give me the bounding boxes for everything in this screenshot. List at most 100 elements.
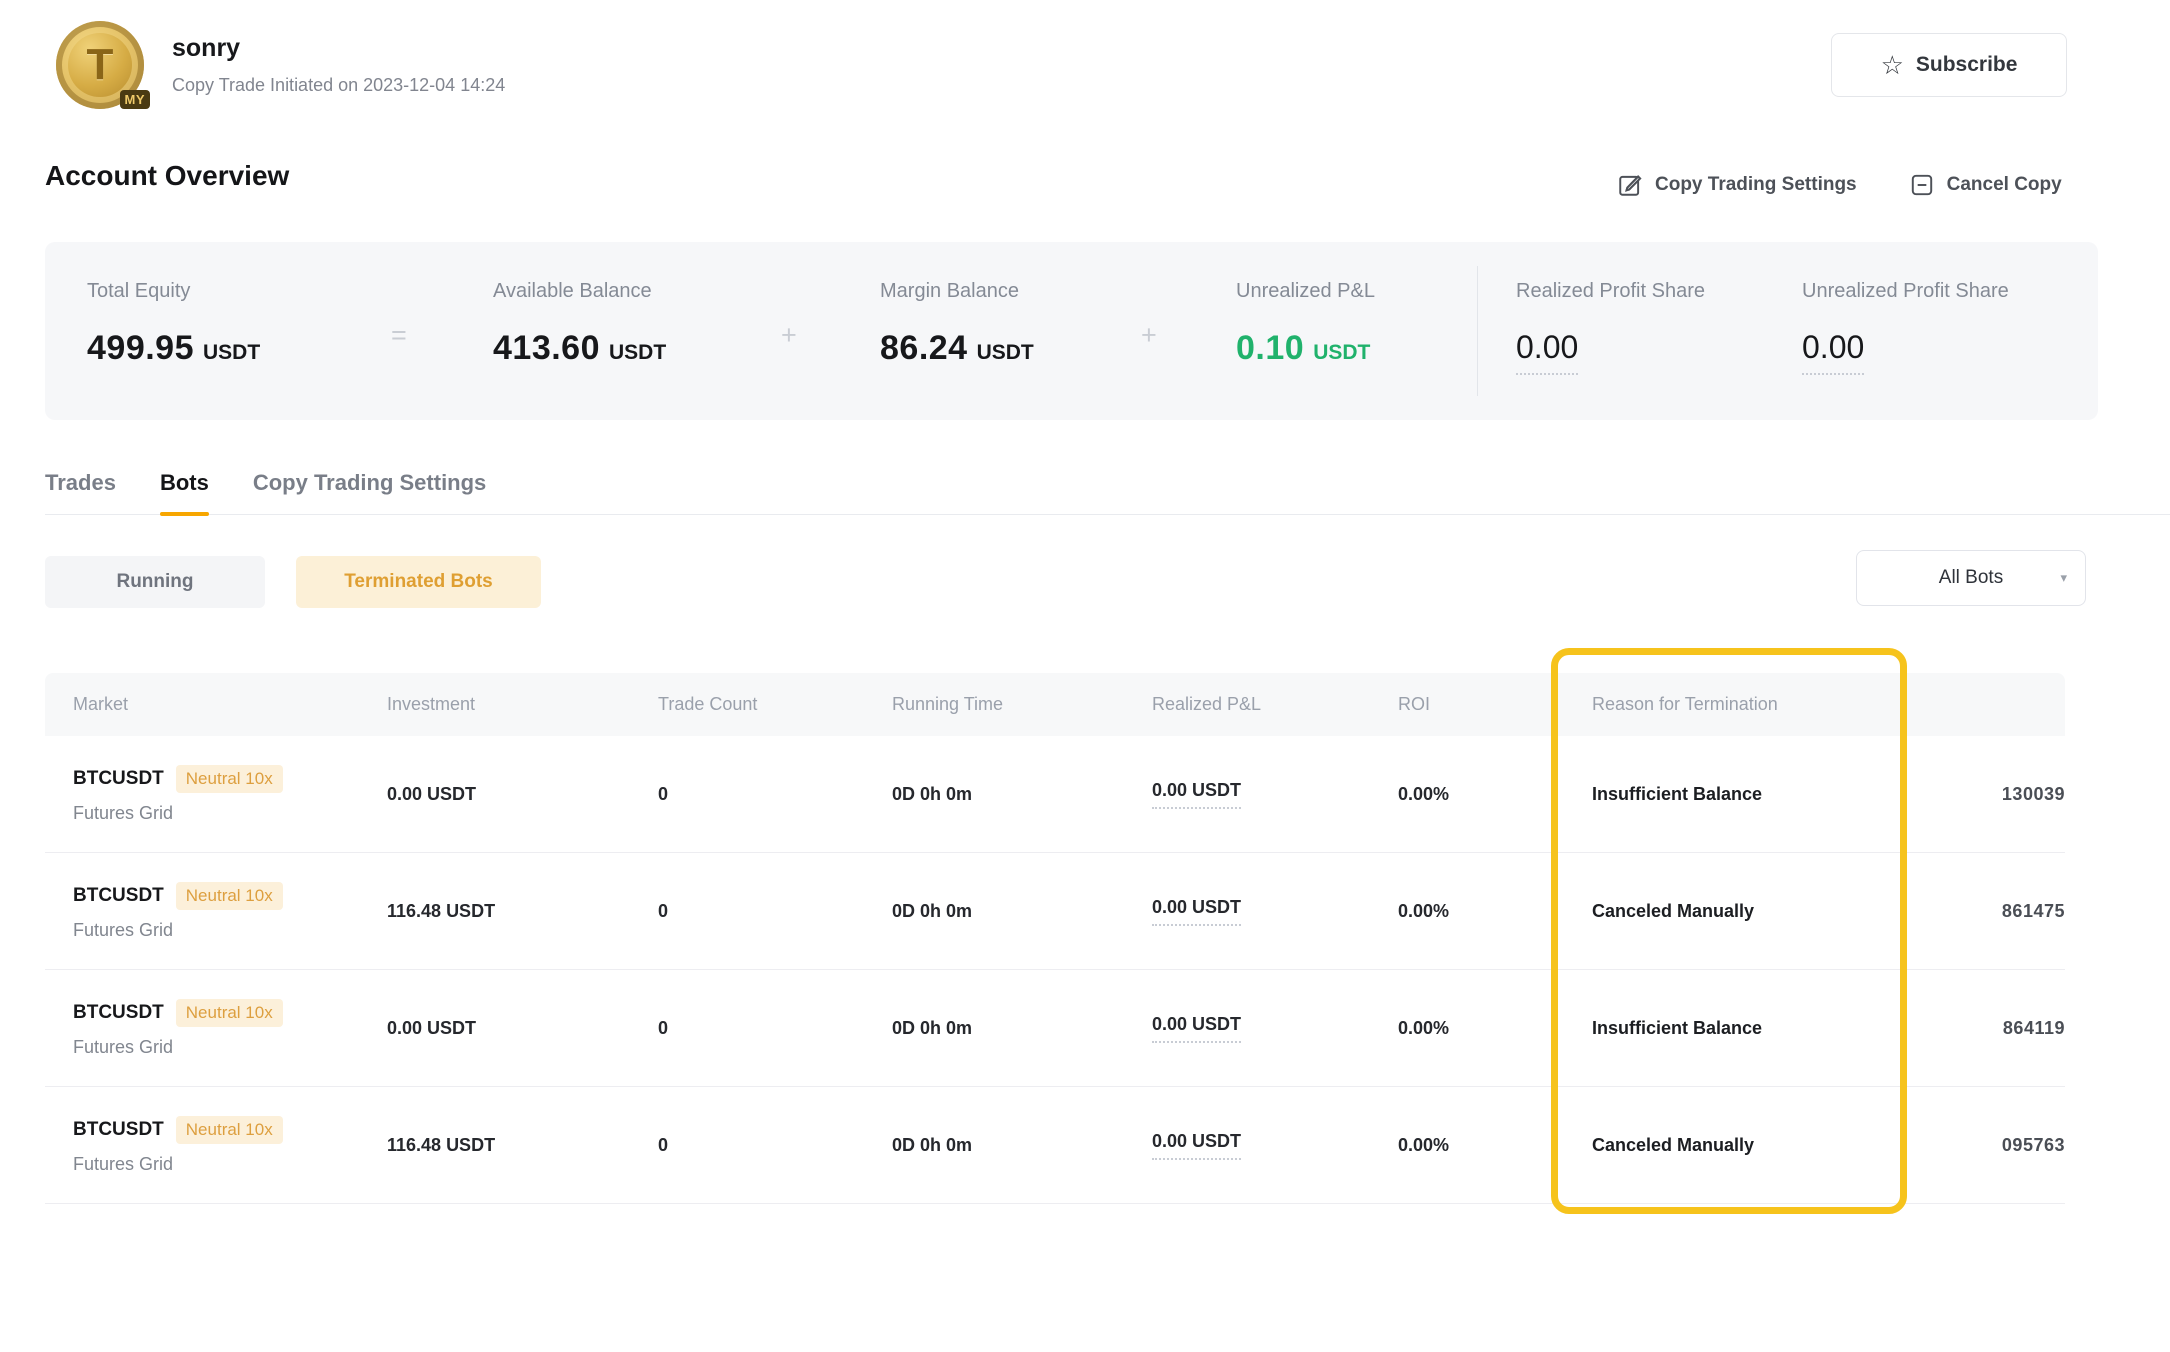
minus-square-icon: [1909, 172, 1935, 198]
col-realized-pnl: Realized P&L: [1152, 694, 1398, 715]
stat-value: 86.24: [880, 329, 968, 368]
stat-unrealized-profit-share: Unrealized Profit Share 0.00: [1802, 280, 2009, 375]
market-symbol: BTCUSDT: [73, 885, 164, 907]
page-title: Account Overview: [45, 160, 289, 192]
stat-label: Total Equity: [87, 280, 260, 303]
roi-value: 0.00%: [1398, 784, 1449, 804]
termination-reason: Canceled Manually: [1592, 901, 1754, 921]
col-running-time: Running Time: [892, 694, 1152, 715]
bot-type: Futures Grid: [73, 803, 377, 824]
stat-unit: USDT: [609, 341, 666, 365]
table-row: BTCUSDT Neutral 10x Futures Grid 0.00 US…: [45, 736, 2065, 853]
leverage-badge: Neutral 10x: [176, 765, 283, 793]
market-cell: BTCUSDT Neutral 10x Futures Grid: [45, 1116, 387, 1175]
roi-value: 0.00%: [1398, 1018, 1449, 1038]
star-icon: ☆: [1881, 52, 1904, 78]
stat-available-balance: Available Balance 413.60 USDT: [493, 280, 666, 368]
table-row: BTCUSDT Neutral 10x Futures Grid 0.00 US…: [45, 970, 2065, 1087]
market-cell: BTCUSDT Neutral 10x Futures Grid: [45, 999, 387, 1058]
market-cell: BTCUSDT Neutral 10x Futures Grid: [45, 765, 387, 824]
stat-value: 413.60: [493, 329, 600, 368]
trader-name: sonry: [172, 34, 505, 63]
trade-count-value: 0: [658, 784, 668, 804]
avatar: T MY: [56, 21, 144, 109]
investment-value: 0.00 USDT: [387, 1018, 476, 1038]
terminated-bots-table: Market Investment Trade Count Running Ti…: [45, 673, 2065, 1204]
edit-settings-icon: [1617, 172, 1643, 198]
roi-value: 0.00%: [1398, 901, 1449, 921]
all-bots-dropdown[interactable]: All Bots ▾: [1856, 550, 2086, 606]
bot-id: 861475: [2002, 901, 2065, 922]
bot-id: 130039: [2002, 784, 2065, 805]
realized-pnl-value[interactable]: 0.00 USDT: [1152, 897, 1241, 926]
trader-info: sonry Copy Trade Initiated on 2023-12-04…: [172, 34, 505, 96]
stat-value-tooltip[interactable]: 0.00: [1516, 329, 1578, 375]
tab-copy-trading-settings[interactable]: Copy Trading Settings: [253, 470, 486, 514]
all-bots-dropdown-value: All Bots: [1939, 567, 2003, 589]
stat-label: Available Balance: [493, 280, 666, 303]
col-roi: ROI: [1398, 694, 1592, 715]
col-investment: Investment: [387, 694, 658, 715]
leverage-badge: Neutral 10x: [176, 1116, 283, 1144]
col-trade-count: Trade Count: [658, 694, 892, 715]
stat-value: 499.95: [87, 329, 194, 368]
trade-count-value: 0: [658, 1135, 668, 1155]
market-symbol: BTCUSDT: [73, 1002, 164, 1024]
bot-type: Futures Grid: [73, 1037, 377, 1058]
cancel-copy-link[interactable]: Cancel Copy: [1909, 172, 2062, 198]
realized-pnl-value[interactable]: 0.00 USDT: [1152, 1131, 1241, 1160]
trader-profile: T MY sonry Copy Trade Initiated on 2023-…: [56, 21, 505, 109]
copy-trading-settings-link[interactable]: Copy Trading Settings: [1617, 172, 1857, 198]
running-time-value: 0D 0h 0m: [892, 1135, 972, 1155]
chevron-down-icon: ▾: [2060, 570, 2067, 586]
account-stats-panel: Total Equity 499.95 USDT = Available Bal…: [45, 242, 2098, 420]
market-symbol: BTCUSDT: [73, 768, 164, 790]
investment-value: 116.48 USDT: [387, 1135, 495, 1155]
table-row: BTCUSDT Neutral 10x Futures Grid 116.48 …: [45, 853, 2065, 970]
roi-value: 0.00%: [1398, 1135, 1449, 1155]
stat-realized-profit-share: Realized Profit Share 0.00: [1516, 280, 1705, 375]
running-time-value: 0D 0h 0m: [892, 901, 972, 921]
col-market: Market: [45, 694, 387, 715]
col-reason-for-termination: Reason for Termination: [1592, 694, 1912, 715]
overview-actions: Copy Trading Settings Cancel Copy: [1617, 172, 2062, 198]
stat-total-equity: Total Equity 499.95 USDT: [87, 280, 260, 368]
bot-type: Futures Grid: [73, 920, 377, 941]
table-header-row: Market Investment Trade Count Running Ti…: [45, 673, 2065, 736]
stat-margin-balance: Margin Balance 86.24 USDT: [880, 280, 1034, 368]
stat-label: Realized Profit Share: [1516, 280, 1705, 303]
stat-value: 0.10: [1236, 329, 1304, 368]
running-filter-button[interactable]: Running: [45, 556, 265, 608]
termination-reason: Insufficient Balance: [1592, 784, 1762, 804]
subscribe-label: Subscribe: [1916, 53, 2018, 77]
stats-divider: [1477, 266, 1478, 396]
realized-pnl-value[interactable]: 0.00 USDT: [1152, 780, 1241, 809]
stat-value-tooltip[interactable]: 0.00: [1802, 329, 1864, 375]
bot-id: 864119: [2003, 1018, 2065, 1039]
termination-reason: Canceled Manually: [1592, 1135, 1754, 1155]
leverage-badge: Neutral 10x: [176, 999, 283, 1027]
trade-count-value: 0: [658, 1018, 668, 1038]
terminated-bots-filter-button[interactable]: Terminated Bots: [296, 556, 541, 608]
stat-unit: USDT: [977, 341, 1034, 365]
stat-unit: USDT: [1313, 341, 1370, 365]
stat-label: Margin Balance: [880, 280, 1034, 303]
tab-trades[interactable]: Trades: [45, 470, 116, 514]
avatar-badge: MY: [120, 90, 151, 109]
trade-count-value: 0: [658, 901, 668, 921]
running-time-value: 0D 0h 0m: [892, 784, 972, 804]
stat-label: Unrealized Profit Share: [1802, 280, 2009, 303]
stat-unit: USDT: [203, 341, 260, 365]
leverage-badge: Neutral 10x: [176, 882, 283, 910]
termination-reason: Insufficient Balance: [1592, 1018, 1762, 1038]
copy-trade-initiated-text: Copy Trade Initiated on 2023-12-04 14:24: [172, 75, 505, 96]
subscribe-button[interactable]: ☆ Subscribe: [1831, 33, 2067, 97]
investment-value: 116.48 USDT: [387, 901, 495, 921]
cancel-copy-label: Cancel Copy: [1947, 174, 2062, 196]
tab-bots[interactable]: Bots: [160, 470, 209, 514]
market-symbol: BTCUSDT: [73, 1119, 164, 1141]
realized-pnl-value[interactable]: 0.00 USDT: [1152, 1014, 1241, 1043]
bot-type: Futures Grid: [73, 1154, 377, 1175]
stat-unrealized-pnl: Unrealized P&L 0.10 USDT: [1236, 280, 1375, 368]
stat-label: Unrealized P&L: [1236, 280, 1375, 303]
